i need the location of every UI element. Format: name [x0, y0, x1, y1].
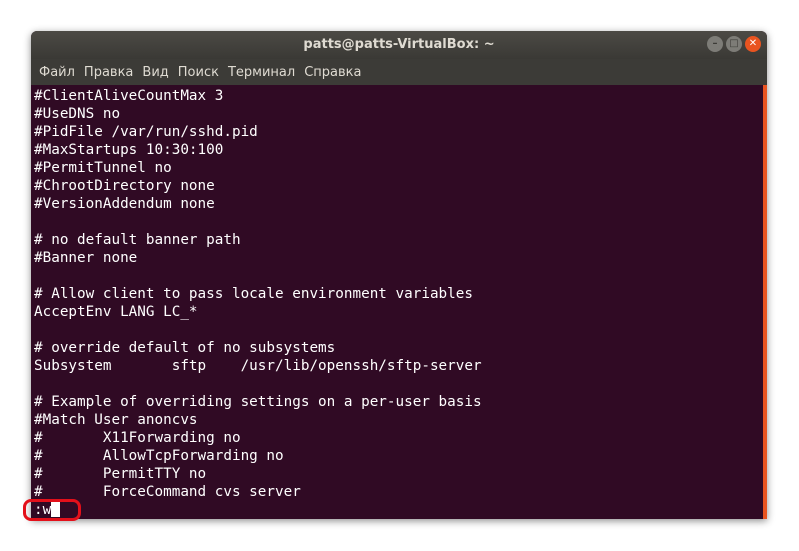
terminal-line: #UseDNS no	[34, 106, 121, 122]
terminal-line: #Match User anoncvs	[34, 412, 198, 428]
scrollbar[interactable]	[763, 85, 767, 519]
terminal-line: Subsystem sftp /usr/lib/openssh/sftp-ser…	[34, 358, 482, 374]
terminal-line: #Banner none	[34, 250, 138, 266]
terminal-window: patts@patts-VirtualBox: ~ – □ ✕ Файл Пра…	[31, 31, 767, 519]
command-line[interactable]: :w	[34, 501, 758, 519]
maximize-icon[interactable]: □	[726, 36, 742, 52]
terminal-line: # AllowTcpForwarding no	[34, 448, 284, 464]
minimize-icon[interactable]: –	[707, 36, 723, 52]
menu-item-terminal[interactable]: Терминал	[228, 65, 295, 80]
terminal-line: # Example of overriding settings on a pe…	[34, 394, 482, 410]
close-icon[interactable]: ✕	[745, 36, 761, 52]
terminal-line: #ChrootDirectory none	[34, 178, 215, 194]
terminal-line: # override default of no subsystems	[34, 340, 336, 356]
menu-item-search[interactable]: Поиск	[178, 65, 219, 80]
terminal-line: AcceptEnv LANG LC_*	[34, 304, 198, 320]
menu-bar: Файл Правка Вид Поиск Терминал Справка	[31, 59, 767, 85]
terminal-line: # ForceCommand cvs server	[34, 484, 301, 500]
terminal-line: # X11Forwarding no	[34, 430, 241, 446]
menu-item-file[interactable]: Файл	[39, 65, 75, 80]
terminal-line: #PermitTunnel no	[34, 160, 172, 176]
terminal-line: #ClientAliveCountMax 3	[34, 88, 224, 104]
terminal-line: # Allow client to pass locale environmen…	[34, 286, 473, 302]
menu-item-help[interactable]: Справка	[304, 65, 361, 80]
command-highlight-box	[23, 499, 81, 521]
window-title: patts@patts-VirtualBox: ~	[303, 37, 495, 52]
terminal-line: # no default banner path	[34, 232, 241, 248]
window-controls: – □ ✕	[707, 36, 761, 52]
title-bar[interactable]: patts@patts-VirtualBox: ~ – □ ✕	[31, 31, 767, 59]
terminal-line: #VersionAddendum none	[34, 196, 215, 212]
terminal-line: # PermitTTY no	[34, 466, 207, 482]
menu-item-view[interactable]: Вид	[142, 65, 168, 80]
menu-item-edit[interactable]: Правка	[84, 65, 133, 80]
terminal-line: #PidFile /var/run/sshd.pid	[34, 124, 258, 140]
terminal-line: #MaxStartups 10:30:100	[34, 142, 224, 158]
terminal-output[interactable]: #ClientAliveCountMax 3 #UseDNS no #PidFi…	[34, 87, 758, 519]
